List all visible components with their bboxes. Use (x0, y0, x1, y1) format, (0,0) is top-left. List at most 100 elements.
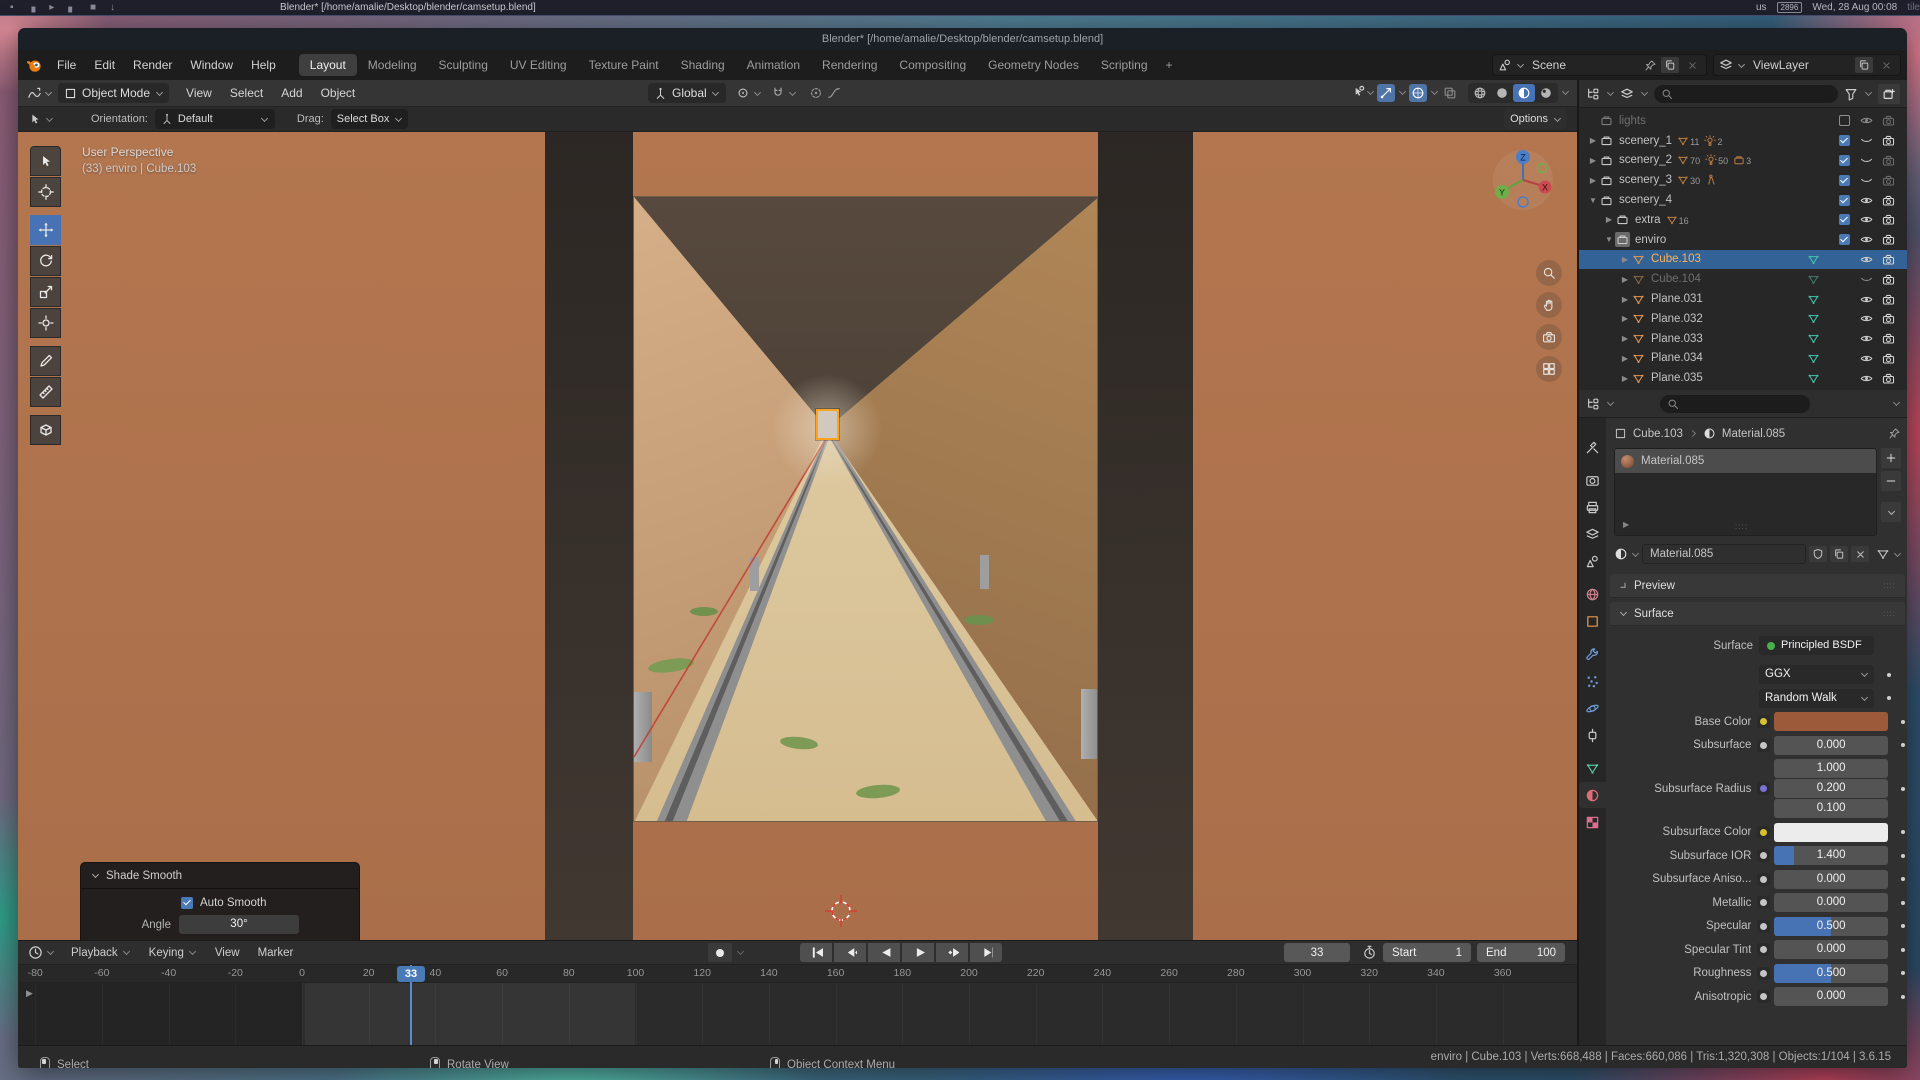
tool-select-box[interactable] (30, 146, 61, 176)
vector-field[interactable]: 1.0000.2000.100 (1774, 759, 1888, 818)
decorator-dot[interactable] (1901, 924, 1905, 928)
remove-slot-button[interactable] (1881, 471, 1901, 491)
viewport-canvas[interactable]: User Perspective (33) enviro | Cube.103 … (18, 132, 1577, 940)
stopwatch-icon[interactable] (1362, 945, 1377, 960)
outliner-row[interactable]: ▶Plane.034 (1579, 349, 1907, 369)
outliner-row[interactable]: ▶Cube.104 (1579, 269, 1907, 289)
timeline-menu-view[interactable]: View (206, 944, 249, 962)
menu-render[interactable]: Render (124, 55, 181, 75)
outliner-row[interactable]: ▶Cube.103 (1579, 250, 1907, 270)
menu-file[interactable]: File (48, 55, 85, 75)
value-slider[interactable]: 0.500 (1774, 917, 1888, 936)
decorator-dot[interactable] (1901, 971, 1905, 975)
outliner-row[interactable]: ▶scenery_330 (1579, 170, 1907, 190)
value-slider[interactable]: 1.400 (1774, 846, 1888, 865)
jump-end-button[interactable] (970, 943, 1002, 962)
expand-arrow-icon[interactable]: ▶ (1619, 374, 1631, 383)
decorator-dot[interactable] (1901, 787, 1905, 791)
props-tab-physics[interactable] (1579, 695, 1606, 721)
properties-search-input[interactable] (1660, 395, 1810, 413)
expand-arrow-icon[interactable]: ▼ (1587, 196, 1599, 205)
keyboard-layout-indicator[interactable]: us (1756, 2, 1767, 13)
outliner-search-input[interactable] (1654, 85, 1838, 103)
props-tab-scene[interactable] (1579, 548, 1606, 574)
material-name-field[interactable]: Material.085 (1642, 544, 1806, 564)
expand-arrow-icon[interactable]: ▶ (1619, 314, 1631, 323)
decorator-dot[interactable] (1901, 830, 1905, 834)
resize-grip[interactable]: :::: (1735, 522, 1748, 531)
play-reverse-button[interactable] (868, 943, 900, 962)
selected-cube-outline[interactable] (816, 409, 839, 440)
disable-render-toggle[interactable] (1877, 134, 1899, 147)
show-gizmo-toggle[interactable] (1377, 84, 1395, 103)
new-scene-button[interactable] (1661, 57, 1679, 73)
exclude-checkbox[interactable] (1839, 214, 1850, 225)
timeline-menu-playback[interactable]: Playback (62, 944, 140, 962)
disable-render-toggle[interactable] (1877, 312, 1899, 325)
decorator-dot[interactable] (1901, 948, 1905, 952)
socket-icon[interactable] (1757, 990, 1770, 1003)
filter-funnel-icon[interactable] (1844, 87, 1858, 101)
tray-icon[interactable]: ▸ (49, 2, 54, 13)
menu-edit[interactable]: Edit (85, 55, 124, 75)
hide-viewport-toggle[interactable] (1855, 134, 1877, 147)
decorator-dot[interactable] (1901, 901, 1905, 905)
tray-icon[interactable]: ▪ (10, 2, 14, 13)
exclude-checkbox[interactable] (1839, 155, 1850, 166)
value-slider[interactable]: 0.000 (1774, 940, 1888, 959)
keyframe-prev-button[interactable] (834, 943, 866, 962)
pin-icon[interactable] (1888, 427, 1901, 440)
decorator-dot[interactable] (1901, 854, 1905, 858)
operator-panel[interactable]: Shade Smooth Auto Smooth Angle 30° (80, 862, 360, 940)
navigation-gizmo[interactable]: Z Y X (1490, 146, 1556, 212)
add-workspace-button[interactable]: + (1159, 54, 1180, 76)
expand-arrow-icon[interactable]: ▶ (1587, 176, 1599, 185)
falloff-curve-icon[interactable] (827, 86, 841, 100)
scene-selector[interactable]: Scene (1492, 54, 1707, 76)
frame-start-field[interactable]: Start1 (1383, 943, 1471, 962)
camera-view-button[interactable] (1536, 324, 1562, 350)
expand-arrow-icon[interactable]: ▶ (1619, 334, 1631, 343)
disable-render-toggle[interactable] (1877, 332, 1899, 345)
add-slot-button[interactable] (1881, 448, 1901, 468)
play-button[interactable] (902, 943, 934, 962)
new-collection-button[interactable] (1878, 84, 1900, 104)
angle-field[interactable]: 30° (179, 915, 299, 934)
display-mode-icon[interactable] (1586, 87, 1600, 101)
hand-button[interactable] (1536, 292, 1562, 318)
jump-start-button[interactable] (800, 943, 832, 962)
xray-toggle[interactable] (1441, 84, 1459, 103)
delete-scene-button[interactable] (1683, 57, 1701, 73)
timeline-ruler[interactable]: -80-60-40-200204060801001201401601802002… (18, 965, 1577, 983)
timeline-menu-keying[interactable]: Keying (140, 944, 206, 962)
disable-render-toggle[interactable] (1877, 372, 1899, 385)
disable-render-toggle[interactable] (1877, 114, 1899, 127)
tool-scale[interactable] (30, 277, 61, 307)
subsurface-method-dropdown[interactable]: Random Walk (1759, 689, 1874, 708)
surface-panel-header[interactable]: Surface :::: (1610, 602, 1905, 626)
props-tab-particles[interactable] (1579, 668, 1606, 694)
editor-type-icon[interactable] (27, 86, 42, 101)
unlink-material-button[interactable] (1851, 546, 1869, 562)
hide-viewport-toggle[interactable] (1855, 174, 1877, 187)
tool-annotate[interactable] (30, 346, 61, 376)
props-tab-texture[interactable] (1579, 809, 1606, 835)
shading-wireframe-button[interactable] (1469, 84, 1491, 103)
props-tab-world[interactable] (1579, 581, 1606, 607)
show-overlays-toggle[interactable] (1409, 84, 1427, 103)
menu-window[interactable]: Window (181, 55, 242, 75)
hide-viewport-toggle[interactable] (1855, 312, 1877, 325)
pin-icon[interactable] (1644, 59, 1657, 72)
disable-render-toggle[interactable] (1877, 233, 1899, 246)
orientation-setting-dropdown[interactable]: Default (155, 109, 275, 129)
disable-render-toggle[interactable] (1877, 352, 1899, 365)
outliner-row[interactable]: ▶extra16 (1579, 210, 1907, 230)
distribution-dropdown[interactable]: GGX (1759, 665, 1874, 684)
tab-rendering[interactable]: Rendering (811, 54, 888, 76)
tool-rotate[interactable] (30, 246, 61, 276)
expand-arrow-icon[interactable]: ▶ (1587, 156, 1599, 165)
material-slot-row[interactable]: Material.085 (1615, 449, 1876, 473)
tab-sculpting[interactable]: Sculpting (428, 54, 499, 76)
viewport-menu-view[interactable]: View (177, 83, 221, 103)
disable-render-toggle[interactable] (1877, 213, 1899, 226)
